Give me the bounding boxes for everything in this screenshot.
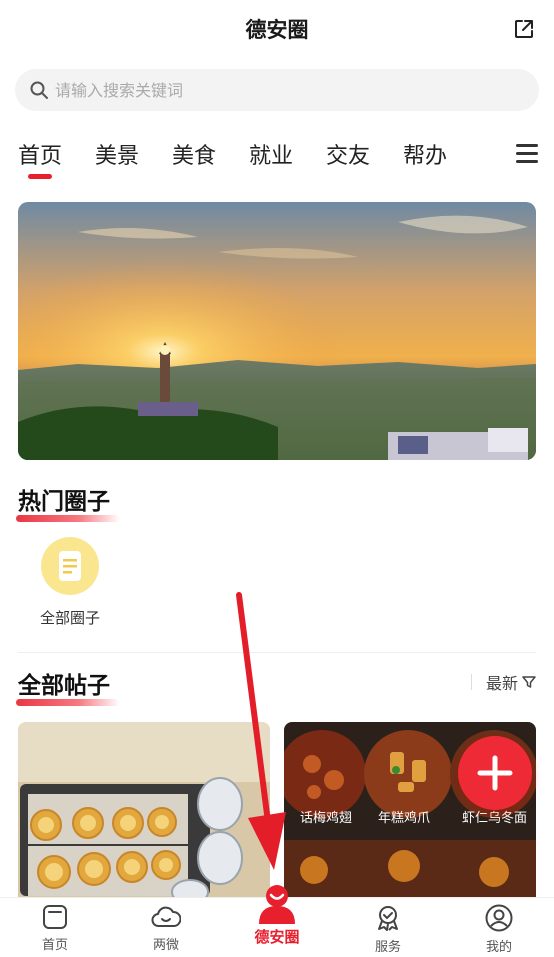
brand-icon (259, 885, 295, 924)
hot-circles-title: 热门圈子 (16, 482, 120, 522)
banner-image[interactable] (18, 202, 536, 460)
sort-label: 最新 (485, 674, 518, 693)
sunset-landscape-image (18, 202, 536, 460)
bottom-tab-bar: 首页 两微 德安圈 服务 我的 (0, 885, 554, 957)
post-card[interactable] (18, 722, 270, 898)
food-label: 话梅鸡翅 (300, 810, 352, 826)
search-icon (30, 81, 48, 99)
food-label: 虾仁乌冬面 (462, 810, 527, 826)
active-tab-indicator (28, 174, 53, 179)
page-title: 德安圈 (245, 18, 309, 42)
share-icon[interactable] (512, 17, 536, 41)
tab-label: 美景 (95, 144, 140, 169)
tab-label: 就业 (249, 144, 294, 169)
circle-label: 全部圈子 (39, 609, 100, 627)
all-posts-title: 全部帖子 (16, 666, 120, 706)
tabbar-label: 我的 (485, 940, 512, 955)
tabbar-item-services[interactable]: 服务 (348, 904, 428, 955)
tab-scenery[interactable]: 美景 (95, 138, 139, 170)
tab-food[interactable]: 美食 (172, 138, 216, 170)
category-tabs: 首页 美景 美食 就业 交友 帮办 (18, 138, 538, 182)
hot-circles-title-text: 热门圈子 (18, 489, 110, 515)
tabbar-item-profile[interactable]: 我的 (459, 904, 539, 955)
tab-label: 美食 (172, 144, 217, 169)
home-icon (43, 905, 67, 929)
tabbar-label: 服务 (374, 940, 401, 955)
tabbar-item-wechat[interactable]: 两微 (126, 904, 206, 953)
badge-icon (378, 906, 398, 931)
tab-label: 首页 (18, 144, 63, 169)
tab-label: 帮办 (403, 144, 448, 169)
cloud-icon (151, 906, 181, 927)
divider (470, 674, 472, 690)
search-input[interactable] (55, 69, 515, 111)
title-highlight (16, 515, 120, 522)
tabbar-item-dean-circle[interactable]: 德安圈 (237, 884, 317, 947)
tabbar-label: 两微 (152, 938, 179, 953)
circle-item-all[interactable]: 全部圈子 (30, 537, 110, 628)
tab-home[interactable]: 首页 (18, 138, 63, 179)
tab-label: 交友 (326, 144, 371, 169)
add-post-button[interactable] (458, 736, 532, 810)
tabbar-label: 德安圈 (254, 928, 300, 946)
tab-jobs[interactable]: 就业 (249, 138, 293, 170)
sort-dropdown[interactable]: 最新 (470, 670, 536, 694)
divider (18, 652, 536, 653)
document-icon (41, 537, 99, 595)
filter-icon (522, 676, 536, 688)
tabbar-item-home[interactable]: 首页 (15, 904, 95, 953)
egg-tarts-image (18, 722, 270, 898)
food-label: 年糕鸡爪 (378, 810, 430, 826)
menu-icon[interactable] (516, 144, 538, 164)
search-bar[interactable] (15, 69, 539, 111)
all-posts-title-text: 全部帖子 (18, 673, 110, 699)
plus-icon (477, 755, 513, 791)
tabbar-label: 首页 (41, 938, 68, 953)
tab-friends[interactable]: 交友 (326, 138, 370, 170)
user-icon (485, 904, 513, 932)
tab-services[interactable]: 帮办 (403, 138, 447, 170)
top-bar: 德安圈 (0, 0, 554, 60)
title-highlight (16, 699, 120, 706)
